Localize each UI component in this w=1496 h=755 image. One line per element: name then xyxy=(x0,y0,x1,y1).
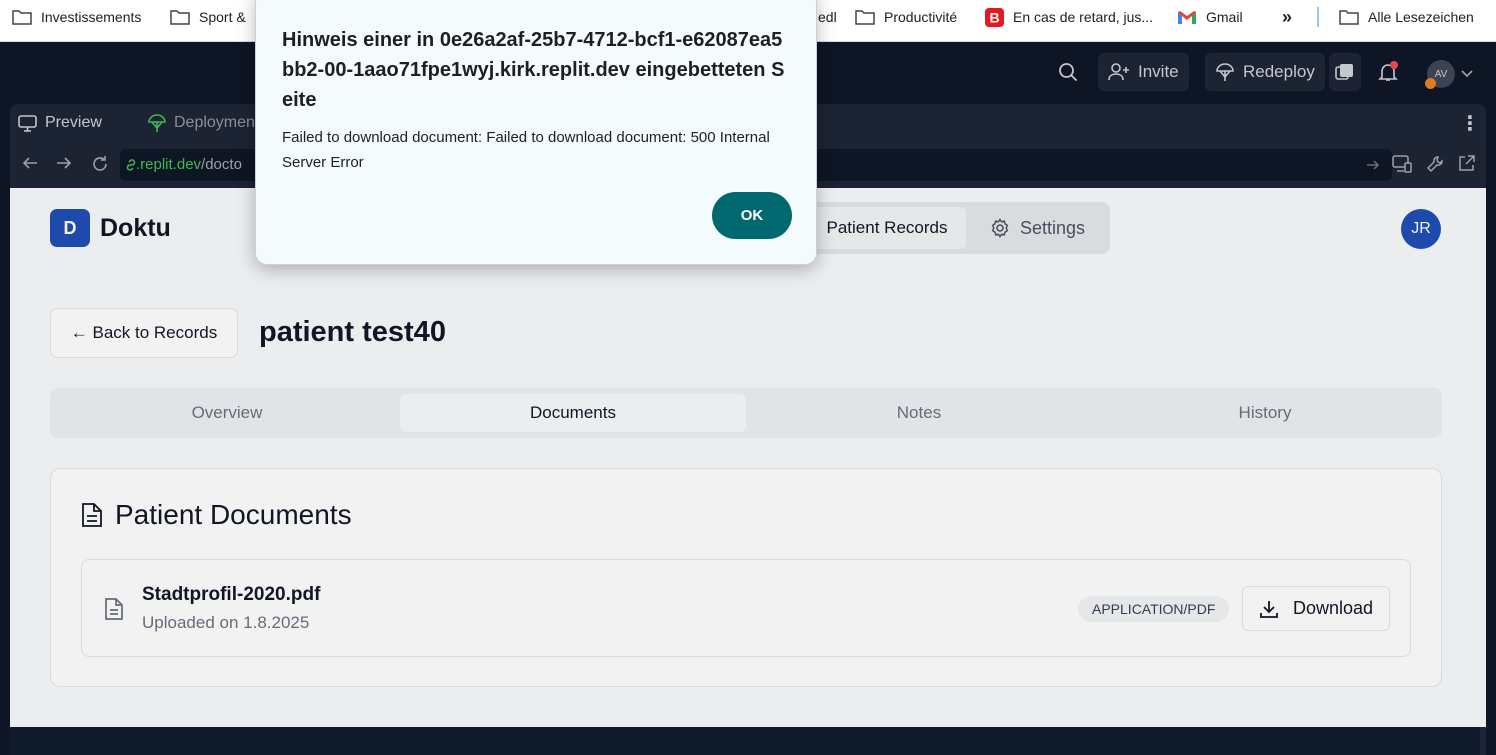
file-type-badge: APPLICATION/PDF xyxy=(1078,596,1230,622)
search-icon xyxy=(1059,63,1078,82)
url-text: .replit.dev/docto xyxy=(136,156,242,173)
download-icon xyxy=(1260,600,1278,618)
bookmark-productivite[interactable]: Productivité xyxy=(855,0,957,34)
bookmark-retard[interactable]: B En cas de retard, jus... xyxy=(985,0,1153,34)
add-user-icon xyxy=(1108,63,1129,81)
document-row: Stadtprofil-2020.pdf Uploaded on 1.8.202… xyxy=(81,559,1411,657)
file-icon xyxy=(105,598,123,620)
nav-label: Settings xyxy=(1020,217,1086,238)
svg-text:B: B xyxy=(989,9,999,25)
bookmark-sport[interactable]: Sport & xyxy=(170,0,246,34)
badge-label: APPLICATION/PDF xyxy=(1092,601,1216,617)
refresh-icon[interactable] xyxy=(91,155,109,173)
avatar-badge xyxy=(1425,78,1436,89)
page-title: patient test40 xyxy=(259,316,446,348)
documents-card: Patient Documents Stadtprofil-2020.pdf U… xyxy=(50,468,1442,687)
back-label: ← Back to Records xyxy=(70,323,218,342)
url-domain: .replit.dev xyxy=(136,156,202,173)
tab-history[interactable]: History xyxy=(1092,394,1438,432)
dialog-title: Hinweis einer in 0e26a2af-25b7-4712-bcf1… xyxy=(282,29,785,111)
alert-dialog: Hinweis einer in 0e26a2af-25b7-4712-bcf1… xyxy=(255,0,817,265)
bookmark-all[interactable]: Alle Lesezeichen xyxy=(1339,0,1474,34)
b-logo-icon: B xyxy=(985,7,1004,27)
app-viewport: D Doktu Patient Records Settings JR ← Ba… xyxy=(10,188,1486,727)
tab-label: History xyxy=(1238,403,1292,422)
logo-letter: D xyxy=(63,217,77,238)
nav-settings[interactable]: Settings xyxy=(990,207,1085,249)
bookmark-separator xyxy=(1317,7,1319,27)
bookmark-label: Sport & xyxy=(199,9,246,25)
folder-icon xyxy=(1339,10,1359,25)
deploy-icon xyxy=(1216,63,1234,81)
download-label: Download xyxy=(1292,598,1374,618)
notification-dot xyxy=(1390,61,1398,69)
notifications-button[interactable] xyxy=(1378,53,1398,91)
redeploy-button[interactable]: Redeploy xyxy=(1205,53,1325,91)
invite-button[interactable]: Invite xyxy=(1098,53,1189,91)
app-name: Doktu xyxy=(100,214,171,242)
go-arrow-icon[interactable] xyxy=(1366,159,1380,171)
heading-label: Patient Documents xyxy=(115,499,352,530)
documents-heading: Patient Documents xyxy=(81,499,352,531)
deploy-icon xyxy=(148,113,166,132)
wrench-icon[interactable] xyxy=(1426,155,1444,173)
tab-notes[interactable]: Notes xyxy=(746,394,1092,432)
layout-button[interactable] xyxy=(1329,53,1361,91)
open-external-icon[interactable] xyxy=(1458,155,1475,172)
bookmark-label: Investissements xyxy=(41,9,142,25)
search-button[interactable] xyxy=(1058,53,1078,91)
app-logo[interactable]: D xyxy=(50,209,90,247)
bookmark-label: Gmail xyxy=(1206,9,1243,25)
pane-footer xyxy=(10,727,1480,755)
bookmark-label: En cas de retard, jus... xyxy=(1013,9,1154,25)
folder-icon xyxy=(170,10,190,25)
dialog-message: Failed to download document: Failed to d… xyxy=(282,129,770,171)
document-name: Stadtprofil-2020.pdf xyxy=(142,584,321,605)
patient-tabs: Overview Documents Notes History xyxy=(50,388,1442,438)
nav-patient-records[interactable]: Patient Records xyxy=(808,207,966,249)
avatar-initials: AV xyxy=(1434,68,1448,80)
tab-label: Notes xyxy=(896,403,942,422)
url-path: /docto xyxy=(201,156,242,173)
folder-icon xyxy=(855,10,875,25)
tab-documents[interactable]: Documents xyxy=(400,394,746,432)
more-options-icon[interactable]: ⋮ xyxy=(1460,104,1480,142)
bookmark-investissements[interactable]: Investissements xyxy=(12,0,141,34)
monitor-icon xyxy=(18,114,37,132)
bookmark-label: Alle Lesezeichen xyxy=(1368,9,1474,25)
tab-overview[interactable]: Overview xyxy=(54,394,400,432)
bookmark-label: edl xyxy=(818,9,837,25)
tab-label: Preview xyxy=(45,114,102,131)
tab-label: Documents xyxy=(530,403,616,422)
forward-arrow-icon[interactable] xyxy=(56,155,72,171)
bookmark-edl[interactable]: edl xyxy=(818,0,837,34)
tab-label: Deploymen xyxy=(174,114,255,131)
download-button[interactable]: Download xyxy=(1242,586,1390,631)
back-to-records-button[interactable]: ← Back to Records xyxy=(50,308,238,358)
invite-label: Invite xyxy=(1138,62,1179,81)
folder-icon xyxy=(12,10,32,25)
gmail-icon xyxy=(1178,10,1196,24)
ok-label: OK xyxy=(740,207,764,224)
chevron-down-icon[interactable] xyxy=(1461,70,1473,78)
user-initials: JR xyxy=(1411,220,1431,237)
document-upload-date: Uploaded on 1.8.2025 xyxy=(142,613,310,632)
bookmark-gmail[interactable]: Gmail xyxy=(1177,0,1243,34)
tab-deployments[interactable]: Deploymen xyxy=(148,104,255,142)
more-bookmarks-icon[interactable]: » xyxy=(1282,0,1292,34)
redeploy-label: Redeploy xyxy=(1243,62,1315,81)
back-arrow-icon[interactable] xyxy=(22,155,38,171)
gear-icon xyxy=(991,218,1009,238)
nav-label: Patient Records xyxy=(826,218,948,237)
bookmark-label: Productivité xyxy=(884,9,958,25)
tab-preview[interactable]: Preview xyxy=(18,104,102,142)
ok-button[interactable]: OK xyxy=(712,192,792,239)
document-icon xyxy=(82,503,102,527)
windows-icon xyxy=(1335,63,1353,80)
tab-label: Overview xyxy=(191,403,263,422)
user-avatar[interactable]: JR xyxy=(1401,209,1441,249)
devtools-icon[interactable] xyxy=(1392,155,1412,173)
